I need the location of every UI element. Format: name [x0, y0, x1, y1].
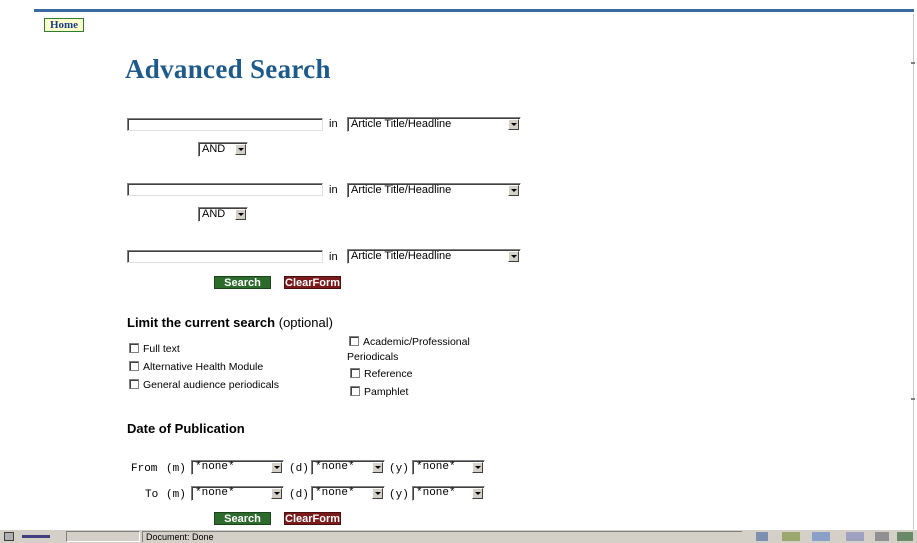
tray-icon-3[interactable]: [812, 532, 830, 541]
chevron-down-icon[interactable]: [372, 462, 383, 473]
from-d-label: (d): [289, 463, 309, 475]
option-label: Pamphlet: [364, 386, 409, 398]
option-label: Reference: [364, 368, 413, 380]
chevron-down-icon[interactable]: [271, 462, 282, 473]
option-alternative-health[interactable]: Alternative Health Module: [129, 361, 263, 373]
chevron-down-icon[interactable]: [271, 488, 282, 499]
option-label-continued: Periodicals: [347, 351, 399, 363]
search-term-1-input[interactable]: [127, 118, 323, 131]
search-term-3-input[interactable]: [127, 250, 323, 263]
to-month-value: *none*: [195, 487, 235, 499]
scroll-tick-bottom: [911, 398, 915, 400]
progress-panel: [66, 531, 140, 542]
option-label: Full text: [143, 343, 180, 355]
option-academic[interactable]: Academic/Professional: [349, 336, 470, 348]
to-year-select[interactable]: *none*: [412, 486, 485, 501]
to-d-label: (d): [289, 489, 309, 501]
checkbox[interactable]: [350, 386, 360, 396]
option-pamphlet[interactable]: Pamphlet: [350, 386, 408, 398]
checkbox[interactable]: [350, 368, 360, 378]
search-field-1-select[interactable]: Article Title/Headline: [347, 117, 521, 132]
from-year-select[interactable]: *none*: [412, 460, 485, 475]
connection-icon: [22, 535, 50, 538]
operator-1-select[interactable]: AND: [198, 142, 248, 157]
option-reference[interactable]: Reference: [350, 368, 412, 380]
checkbox[interactable]: [349, 336, 359, 346]
chevron-down-icon[interactable]: [508, 119, 519, 130]
home-button[interactable]: Home: [44, 18, 84, 32]
security-icon[interactable]: [897, 532, 913, 541]
chevron-down-icon[interactable]: [508, 251, 519, 262]
option-label: General audience periodicals: [143, 379, 280, 391]
checkbox[interactable]: [129, 361, 139, 371]
date-heading: Date of Publication: [127, 421, 245, 436]
chevron-down-icon[interactable]: [235, 144, 246, 155]
to-m-label: (m): [166, 489, 186, 501]
limit-heading: Limit the current search (optional): [127, 315, 333, 330]
to-y-label: (y): [389, 489, 409, 501]
search-field-2-value: Article Title/Headline: [351, 184, 452, 196]
status-text: Document: Done: [142, 531, 742, 542]
top-margin: [0, 0, 917, 6]
search-button[interactable]: Search: [214, 276, 271, 289]
from-day-value: *none*: [315, 461, 355, 473]
option-label: Alternative Health Module: [143, 361, 264, 373]
clear-form-button[interactable]: ClearForm: [284, 276, 341, 289]
option-academic-cont: Periodicals: [347, 351, 398, 363]
from-m-label: (m): [166, 463, 186, 475]
search-button-bottom[interactable]: Search: [214, 512, 271, 525]
from-day-select[interactable]: *none*: [311, 460, 385, 475]
chevron-down-icon[interactable]: [472, 488, 483, 499]
search-field-3-select[interactable]: Article Title/Headline: [347, 249, 521, 264]
from-year-value: *none*: [416, 461, 456, 473]
search-field-3-value: Article Title/Headline: [351, 250, 452, 262]
from-month-value: *none*: [195, 461, 235, 473]
scroll-tick-top: [911, 62, 915, 64]
option-general-audience[interactable]: General audience periodicals: [129, 379, 279, 391]
operator-2-select[interactable]: AND: [198, 207, 248, 222]
page-icon: [4, 532, 14, 541]
from-y-label: (y): [389, 463, 409, 475]
limit-heading-text: Limit the current search: [127, 315, 276, 330]
in-label-2: in: [329, 184, 338, 196]
search-field-2-select[interactable]: Article Title/Headline: [347, 183, 521, 198]
browser-status-bar: Document: Done: [0, 529, 917, 543]
operator-2-value: AND: [202, 208, 226, 220]
tray-icon-2[interactable]: [782, 532, 800, 541]
search-field-1-value: Article Title/Headline: [351, 118, 452, 130]
in-label-1: in: [329, 118, 338, 130]
limit-heading-optional: (optional): [278, 315, 333, 330]
option-full-text[interactable]: Full text: [129, 343, 180, 355]
checkbox[interactable]: [129, 379, 139, 389]
chevron-down-icon[interactable]: [372, 488, 383, 499]
operator-1-value: AND: [202, 143, 226, 155]
from-label: From: [131, 463, 158, 475]
in-label-3: in: [329, 251, 338, 263]
to-month-select[interactable]: *none*: [191, 486, 284, 501]
from-month-select[interactable]: *none*: [191, 460, 284, 475]
tray-icon-4[interactable]: [846, 532, 864, 541]
window-right-edge: [913, 14, 914, 529]
to-day-value: *none*: [315, 487, 355, 499]
option-label: Academic/Professional: [363, 336, 470, 348]
tray-icon-5[interactable]: [875, 532, 889, 541]
clear-form-button-bottom[interactable]: ClearForm: [284, 512, 341, 525]
chevron-down-icon[interactable]: [235, 209, 246, 220]
to-year-value: *none*: [416, 487, 456, 499]
page-title: Advanced Search: [125, 54, 331, 84]
header-rule: [34, 9, 914, 12]
to-day-select[interactable]: *none*: [311, 486, 385, 501]
to-label: To: [145, 489, 159, 501]
search-term-2-input[interactable]: [127, 183, 323, 196]
tray-icon-1[interactable]: [756, 532, 768, 541]
chevron-down-icon[interactable]: [508, 185, 519, 196]
chevron-down-icon[interactable]: [472, 462, 483, 473]
checkbox[interactable]: [129, 343, 139, 353]
